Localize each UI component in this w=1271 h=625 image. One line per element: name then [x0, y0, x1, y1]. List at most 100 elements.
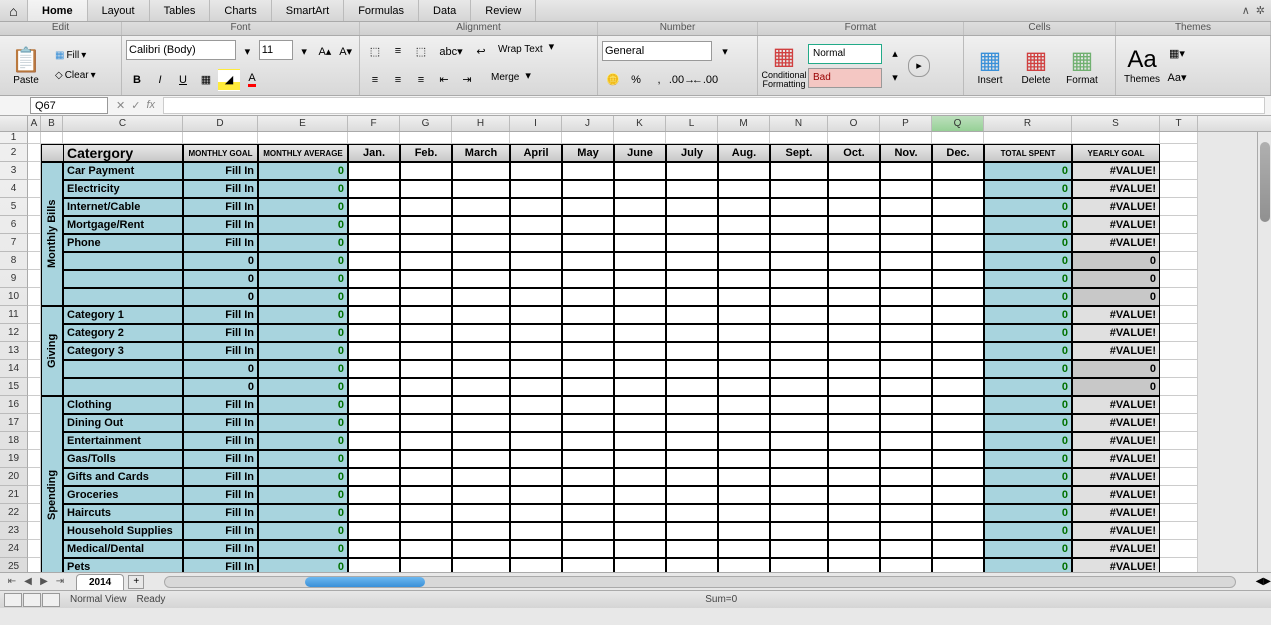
category-cell[interactable]: Mortgage/Rent	[63, 216, 183, 234]
month-cell[interactable]	[880, 216, 932, 234]
category-cell[interactable]: Clothing	[63, 396, 183, 414]
month-cell[interactable]	[666, 504, 718, 522]
row-header[interactable]: 1	[0, 132, 28, 144]
monthly-avg-cell[interactable]: 0	[258, 522, 348, 540]
category-cell[interactable]: Household Supplies	[63, 522, 183, 540]
month-cell[interactable]	[400, 540, 452, 558]
monthly-goal-cell[interactable]: Fill In	[183, 486, 258, 504]
header-category[interactable]	[41, 144, 63, 162]
paste-button[interactable]: 📋 Paste	[4, 39, 48, 93]
style-normal[interactable]: Normal	[808, 44, 882, 64]
month-cell[interactable]	[400, 198, 452, 216]
month-cell[interactable]	[400, 378, 452, 396]
month-cell[interactable]	[718, 522, 770, 540]
month-cell[interactable]	[510, 450, 562, 468]
month-cell[interactable]	[666, 432, 718, 450]
month-cell[interactable]	[718, 216, 770, 234]
monthly-avg-cell[interactable]: 0	[258, 270, 348, 288]
home-icon[interactable]: ⌂	[0, 0, 28, 21]
col-header-H[interactable]: H	[452, 116, 510, 131]
month-cell[interactable]	[562, 288, 614, 306]
month-cell[interactable]	[562, 540, 614, 558]
format-button[interactable]: ▦Format	[1060, 39, 1104, 93]
row-header[interactable]: 10	[0, 288, 28, 306]
insert-button[interactable]: ▦Insert	[968, 39, 1012, 93]
month-cell[interactable]	[400, 180, 452, 198]
border-button[interactable]: ▦	[195, 69, 217, 91]
month-cell[interactable]	[562, 306, 614, 324]
comma-icon[interactable]: ,	[648, 69, 670, 91]
month-cell[interactable]	[614, 162, 666, 180]
month-cell[interactable]	[400, 252, 452, 270]
month-cell[interactable]	[614, 306, 666, 324]
month-cell[interactable]	[880, 522, 932, 540]
row-header[interactable]: 2	[0, 144, 28, 162]
header-month[interactable]: Sept.	[770, 144, 828, 162]
month-cell[interactable]	[562, 360, 614, 378]
month-cell[interactable]	[880, 180, 932, 198]
total-spent-cell[interactable]: 0	[984, 486, 1072, 504]
month-cell[interactable]	[348, 216, 400, 234]
month-cell[interactable]	[510, 540, 562, 558]
monthly-goal-cell[interactable]: Fill In	[183, 180, 258, 198]
month-cell[interactable]	[718, 198, 770, 216]
month-cell[interactable]	[562, 342, 614, 360]
month-cell[interactable]	[400, 558, 452, 572]
increase-font-icon[interactable]: A▴	[316, 40, 335, 62]
month-cell[interactable]	[718, 306, 770, 324]
month-cell[interactable]	[770, 180, 828, 198]
scroll-left-icon[interactable]: ◀	[1256, 576, 1264, 587]
ribbon-tab-formulas[interactable]: Formulas	[344, 0, 419, 21]
monthly-avg-cell[interactable]: 0	[258, 414, 348, 432]
month-cell[interactable]	[348, 450, 400, 468]
yearly-goal-cell[interactable]: #VALUE!	[1072, 396, 1160, 414]
col-header-K[interactable]: K	[614, 116, 666, 131]
month-cell[interactable]	[770, 216, 828, 234]
month-cell[interactable]	[400, 288, 452, 306]
category-cell[interactable]	[63, 252, 183, 270]
month-cell[interactable]	[718, 432, 770, 450]
total-spent-cell[interactable]: 0	[984, 216, 1072, 234]
monthly-avg-cell[interactable]: 0	[258, 504, 348, 522]
month-cell[interactable]	[666, 414, 718, 432]
month-cell[interactable]	[562, 486, 614, 504]
month-cell[interactable]	[828, 324, 880, 342]
month-cell[interactable]	[880, 432, 932, 450]
scroll-right-icon[interactable]: ▶	[1263, 576, 1271, 587]
month-cell[interactable]	[880, 540, 932, 558]
month-cell[interactable]	[770, 522, 828, 540]
month-cell[interactable]	[666, 252, 718, 270]
month-cell[interactable]	[718, 252, 770, 270]
row-header[interactable]: 15	[0, 378, 28, 396]
fx-icon[interactable]: fx	[146, 99, 155, 112]
month-cell[interactable]	[828, 450, 880, 468]
month-cell[interactable]	[400, 324, 452, 342]
month-cell[interactable]	[932, 540, 984, 558]
month-cell[interactable]	[348, 468, 400, 486]
monthly-avg-cell[interactable]: 0	[258, 216, 348, 234]
settings-icon[interactable]: ✲	[1256, 4, 1265, 17]
row-header[interactable]: 22	[0, 504, 28, 522]
select-all-corner[interactable]	[0, 116, 28, 131]
size-dropdown-icon[interactable]: ▾	[295, 40, 314, 62]
monthly-avg-cell[interactable]: 0	[258, 486, 348, 504]
style-scroll-down-icon[interactable]: ▾	[884, 67, 906, 89]
month-cell[interactable]	[770, 198, 828, 216]
month-cell[interactable]	[348, 162, 400, 180]
month-cell[interactable]	[510, 162, 562, 180]
month-cell[interactable]	[666, 342, 718, 360]
normal-view-icon[interactable]	[4, 593, 22, 607]
collapse-icon[interactable]: ∧	[1242, 4, 1250, 17]
col-header-F[interactable]: F	[348, 116, 400, 131]
monthly-goal-cell[interactable]: Fill In	[183, 522, 258, 540]
yearly-goal-cell[interactable]: #VALUE!	[1072, 342, 1160, 360]
total-spent-cell[interactable]: 0	[984, 450, 1072, 468]
monthly-goal-cell[interactable]: Fill In	[183, 504, 258, 522]
month-cell[interactable]	[348, 486, 400, 504]
category-cell[interactable]: Internet/Cable	[63, 198, 183, 216]
month-cell[interactable]	[718, 378, 770, 396]
month-cell[interactable]	[348, 558, 400, 572]
month-cell[interactable]	[932, 342, 984, 360]
total-spent-cell[interactable]: 0	[984, 522, 1072, 540]
yearly-goal-cell[interactable]: #VALUE!	[1072, 324, 1160, 342]
